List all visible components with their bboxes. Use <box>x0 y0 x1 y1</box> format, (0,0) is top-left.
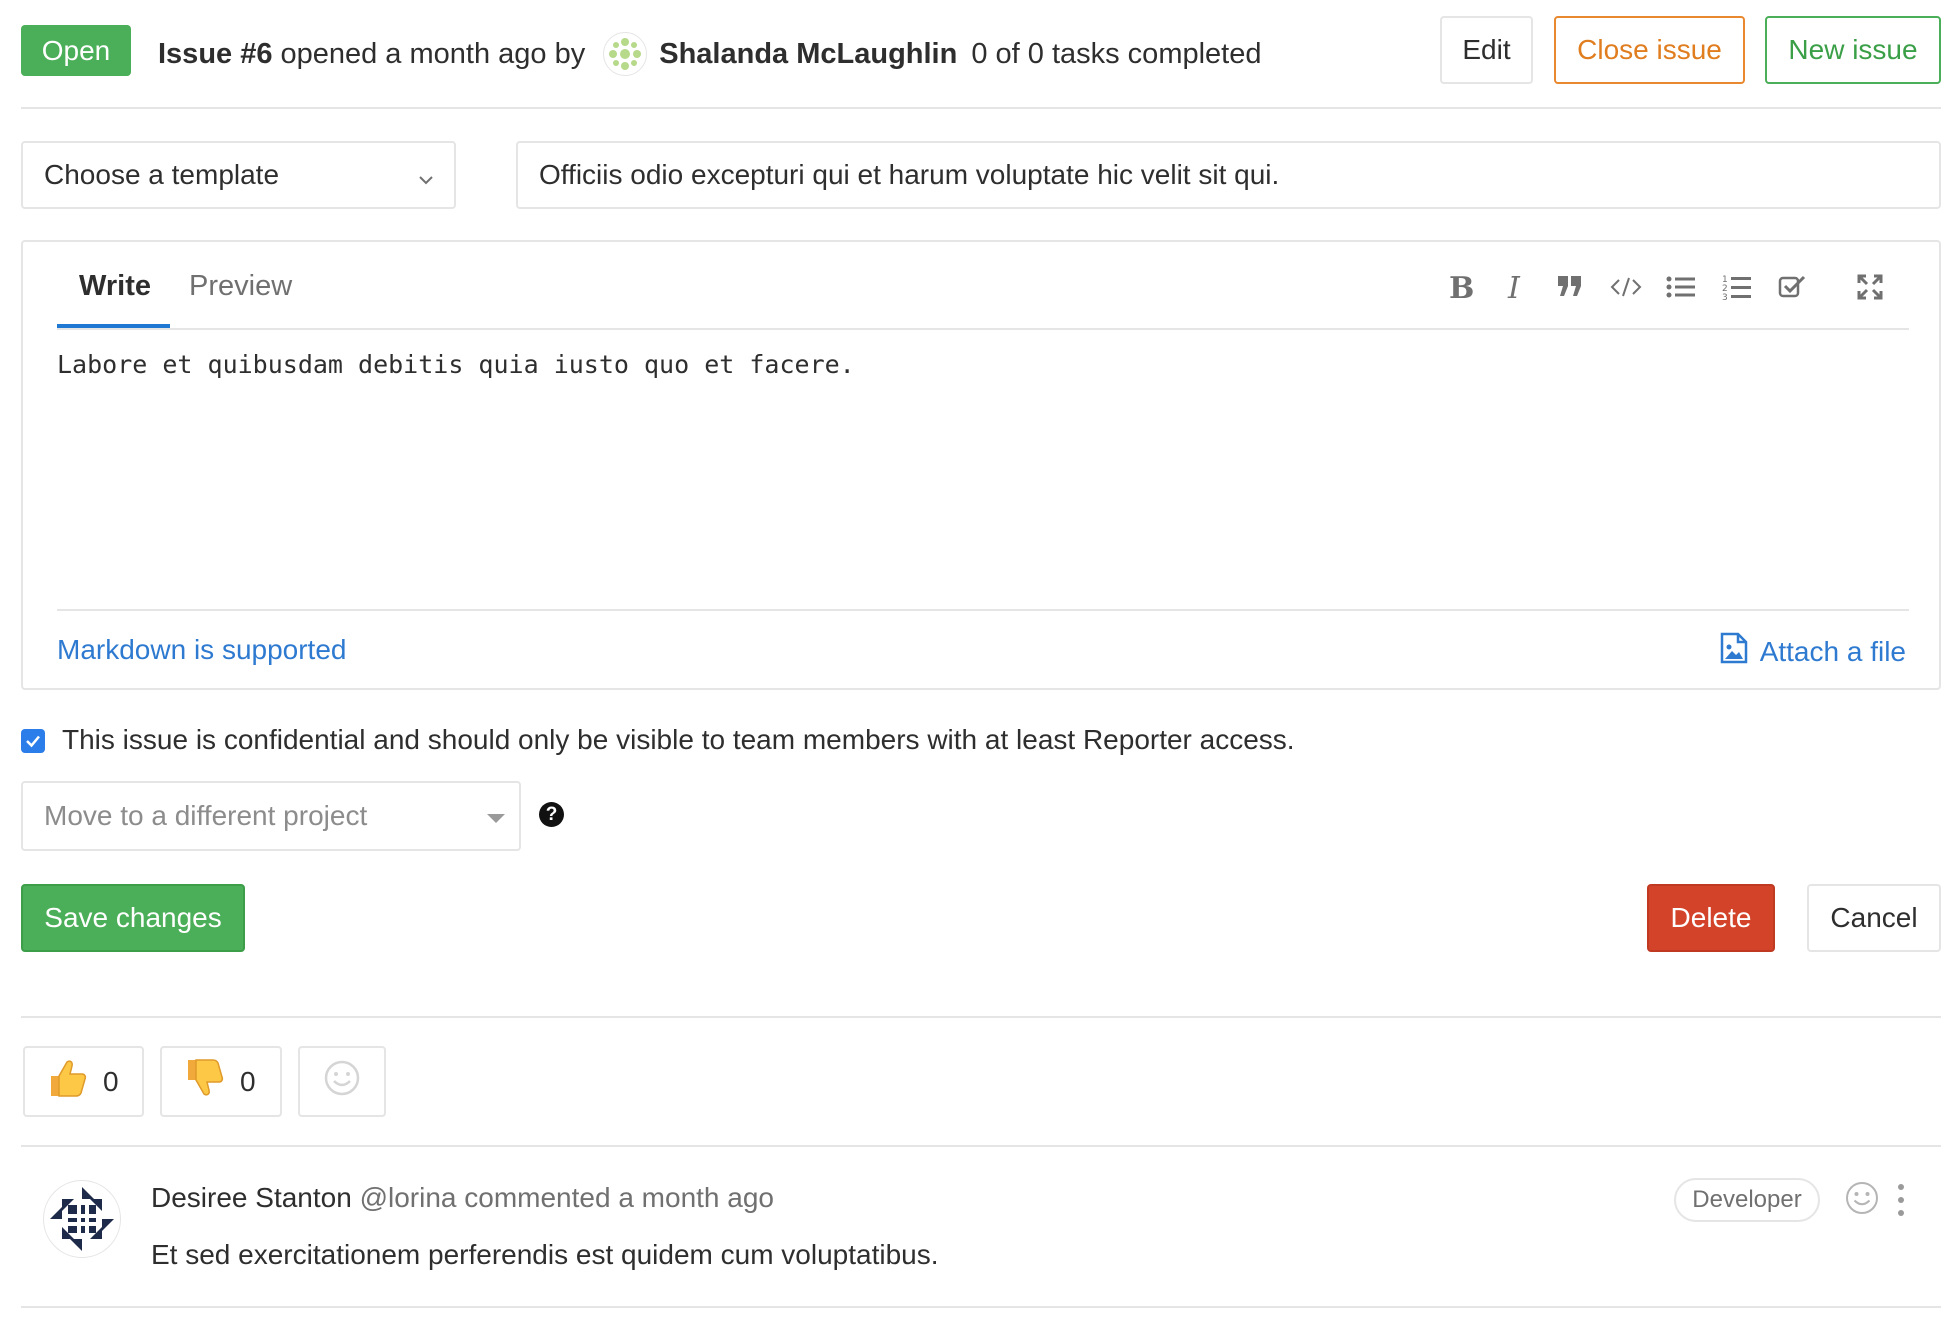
comment-reaction-button[interactable] <box>1844 1180 1880 1221</box>
close-issue-button[interactable]: Close issue <box>1554 16 1745 84</box>
bullet-list-icon[interactable] <box>1664 270 1698 304</box>
more-actions-icon[interactable] <box>1896 1184 1906 1216</box>
help-icon[interactable]: ? <box>539 802 564 827</box>
svg-text:B: B <box>1449 272 1473 302</box>
cancel-button[interactable]: Cancel <box>1807 884 1941 952</box>
move-project-placeholder: Move to a different project <box>44 800 368 831</box>
image-file-icon <box>1720 632 1748 671</box>
add-reaction-button[interactable] <box>298 1046 386 1117</box>
code-icon[interactable] <box>1609 270 1643 304</box>
quote-icon[interactable] <box>1553 270 1587 304</box>
thumbs-down-icon <box>182 1056 226 1107</box>
tab-write[interactable]: Write <box>79 270 151 303</box>
italic-icon[interactable]: I <box>1498 270 1532 304</box>
comment-header: Desiree Stanton @lorina commented a mont… <box>151 1182 774 1214</box>
fullscreen-icon[interactable] <box>1853 270 1887 304</box>
smiley-icon <box>323 1059 361 1104</box>
divider <box>21 1016 1941 1018</box>
description-editor: Write Preview B I 123 Labore et quibusda… <box>21 240 1941 690</box>
new-issue-button[interactable]: New issue <box>1765 16 1941 84</box>
delete-button[interactable]: Delete <box>1647 884 1775 952</box>
save-changes-button[interactable]: Save changes <box>21 884 245 952</box>
template-select[interactable]: Choose a template <box>21 141 456 209</box>
author-name[interactable]: Shalanda McLaughlin <box>659 38 957 71</box>
markdown-help-link[interactable]: Markdown is supported <box>57 634 346 666</box>
tasks-status: 0 of 0 tasks completed <box>971 37 1262 70</box>
numbered-list-icon[interactable]: 123 <box>1720 270 1754 304</box>
role-badge: Developer <box>1674 1178 1820 1222</box>
divider <box>21 1145 1941 1147</box>
confidential-checkbox[interactable] <box>21 729 45 753</box>
template-select-label: Choose a template <box>44 159 280 190</box>
smiley-icon <box>1844 1182 1880 1220</box>
svg-text:3: 3 <box>1722 293 1728 301</box>
chevron-down-icon <box>416 165 436 197</box>
opened-text: opened a month ago by <box>280 37 586 70</box>
confidential-label: This issue is confidential and should on… <box>62 724 1295 755</box>
comment-body: Et sed exercitationem perferendis est qu… <box>151 1239 939 1270</box>
attach-file-button[interactable]: Attach a file <box>1720 632 1906 671</box>
editor-divider <box>57 609 1909 611</box>
comment-author[interactable]: Desiree Stanton <box>151 1182 352 1213</box>
tab-preview[interactable]: Preview <box>189 270 292 303</box>
divider <box>21 1306 1941 1308</box>
thumbs-up-icon <box>45 1056 89 1107</box>
bold-icon[interactable]: B <box>1443 270 1477 304</box>
issue-header: Issue #6 opened a month ago by Shalanda … <box>158 32 1261 76</box>
caret-down-icon <box>487 814 505 823</box>
task-list-icon[interactable] <box>1775 270 1809 304</box>
commenter-avatar[interactable] <box>43 1180 121 1258</box>
comment-timestamp: commented a month ago <box>464 1182 775 1213</box>
move-project-select[interactable]: Move to a different project <box>21 781 521 851</box>
issue-ref: Issue #6 <box>158 37 273 70</box>
thumbs-up-count: 0 <box>103 1065 119 1097</box>
title-input[interactable]: Officiis odio excepturi qui et harum vol… <box>516 141 1941 209</box>
edit-button[interactable]: Edit <box>1440 16 1533 84</box>
status-badge: Open <box>21 25 131 76</box>
author-avatar[interactable] <box>603 32 648 76</box>
thumbs-down-award[interactable]: 0 <box>160 1046 282 1117</box>
thumbs-down-count: 0 <box>240 1065 256 1097</box>
attach-file-label: Attach a file <box>1759 635 1906 667</box>
editor-divider <box>57 328 1909 330</box>
thumbs-up-award[interactable]: 0 <box>23 1046 144 1117</box>
svg-text:I: I <box>1507 272 1521 302</box>
comment-username[interactable]: @lorina <box>360 1182 457 1213</box>
description-textarea[interactable]: Labore et quibusdam debitis quia iusto q… <box>57 350 855 379</box>
divider <box>21 107 1941 109</box>
